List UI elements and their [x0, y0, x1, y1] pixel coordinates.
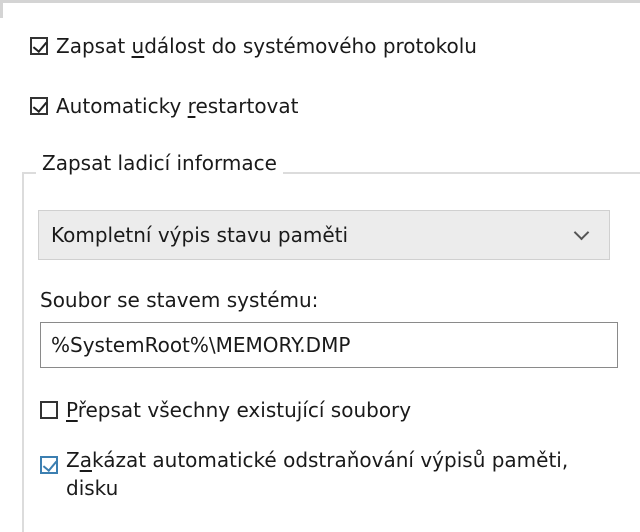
- write-event-label: Zapsat událost do systémového protokolu: [56, 34, 477, 58]
- dump-file-label: Soubor se stavem systému:: [40, 288, 319, 312]
- auto-restart-checkbox[interactable]: Automaticky restartovat: [30, 94, 299, 118]
- debug-info-group-title: Zapsat ladicí informace: [36, 151, 283, 175]
- disable-auto-delete-checkbox[interactable]: Zakázat automatické odstraňování výpisů …: [40, 446, 568, 502]
- dump-file-input[interactable]: %SystemRoot%\MEMORY.DMP: [40, 322, 618, 368]
- dump-type-select[interactable]: Kompletní výpis stavu paměti: [38, 210, 610, 260]
- disable-auto-delete-check-icon[interactable]: [40, 456, 58, 474]
- overwrite-checkbox[interactable]: Přepsat všechny existující soubory: [40, 398, 411, 422]
- chevron-down-icon: [573, 224, 590, 241]
- dump-type-selected-value: Kompletní výpis stavu paměti: [51, 223, 349, 247]
- auto-restart-check-icon[interactable]: [30, 97, 48, 115]
- write-event-checkbox[interactable]: Zapsat událost do systémového protokolu: [30, 34, 477, 58]
- window-frame-edge: [0, 0, 640, 18]
- write-event-check-icon[interactable]: [30, 37, 48, 55]
- overwrite-label: Přepsat všechny existující soubory: [66, 398, 412, 422]
- overwrite-checkbox-box[interactable]: [40, 401, 58, 419]
- disable-auto-delete-label: Zakázat automatické odstraňování výpisů …: [66, 448, 569, 500]
- auto-restart-label: Automaticky restartovat: [56, 94, 299, 118]
